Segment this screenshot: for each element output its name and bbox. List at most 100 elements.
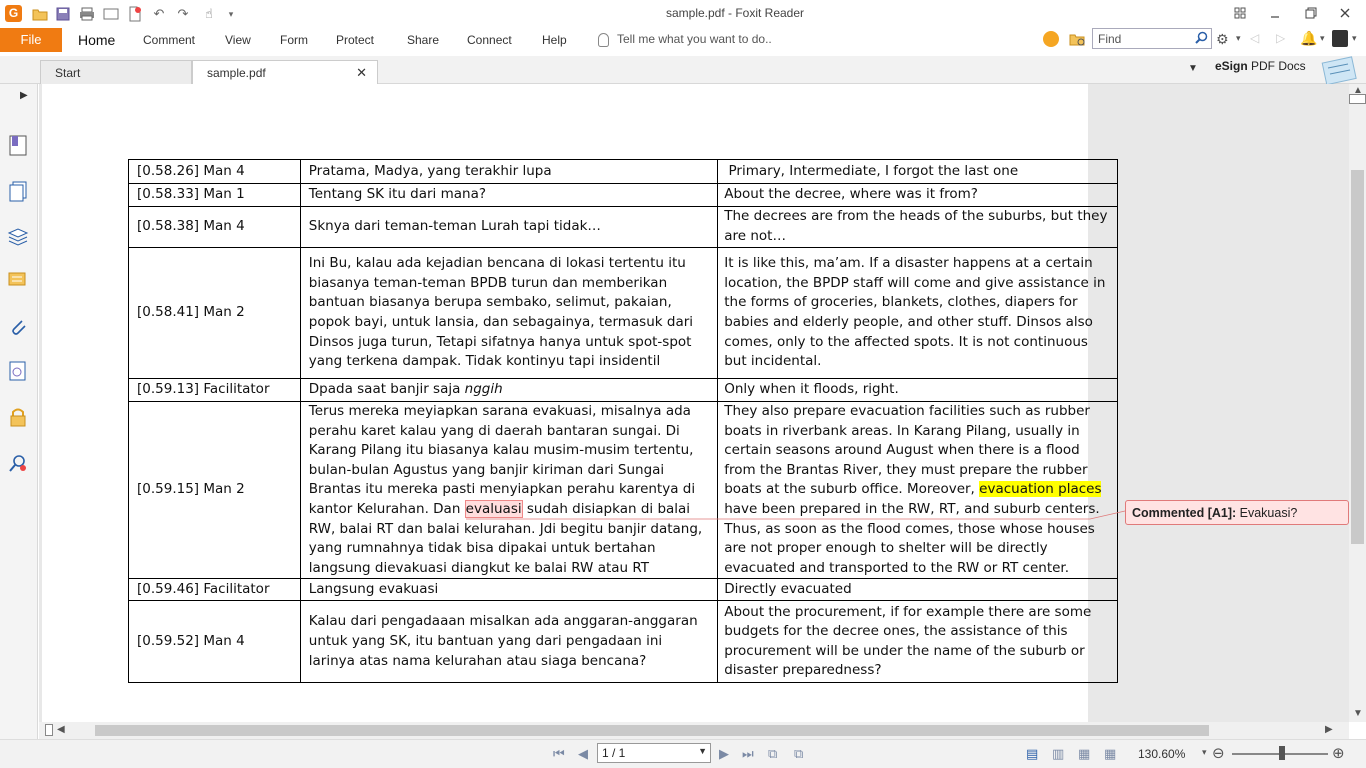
expand-panel-icon[interactable]: ▶ [20, 90, 28, 101]
tab-start-label: Start [55, 66, 81, 80]
user-dropdown-icon[interactable]: ▾ [1352, 33, 1357, 44]
lightbulb-icon [598, 32, 609, 47]
signature-icon[interactable] [7, 360, 29, 382]
indonesian-italic-text: nggih [464, 381, 503, 398]
heart-icon[interactable] [1043, 31, 1059, 47]
page-number-input[interactable]: 1 / 1 ▼ [597, 743, 711, 763]
tab-protect[interactable]: Protect [336, 33, 374, 47]
speaker-cell: [0.58.38] Man 4 [128, 206, 301, 248]
search-icon[interactable] [1195, 31, 1208, 44]
user-avatar-icon[interactable] [1332, 30, 1348, 47]
close-button[interactable] [1328, 2, 1362, 24]
bell-icon[interactable]: 🔔 [1300, 30, 1317, 47]
vertical-scroll-thumb[interactable] [1351, 170, 1364, 544]
save-icon[interactable] [54, 5, 72, 23]
split-view-icon[interactable] [1349, 94, 1366, 104]
zoom-level[interactable]: 130.60% [1138, 747, 1185, 761]
settings-gear-icon[interactable]: ⚙ [1216, 31, 1229, 48]
pdf-page: [0.58.26] Man 4 Pratama, Madya, yang ter… [42, 84, 1118, 722]
tab-start[interactable]: Start [40, 60, 192, 84]
app-logo-icon[interactable]: G [5, 5, 22, 22]
zoom-in-icon[interactable]: ⊕ [1332, 744, 1345, 762]
tab-list-dropdown-icon[interactable]: ▼ [1188, 63, 1198, 74]
tab-share[interactable]: Share [407, 33, 439, 47]
indonesian-text: Dpada saat banjir saja [308, 381, 465, 398]
indonesian-cell: Tentang SK itu dari mana? [299, 183, 719, 207]
tab-sample-pdf[interactable]: sample.pdf ✕ [192, 60, 378, 84]
transcript-table: [0.58.26] Man 4 Pratama, Madya, yang ter… [128, 159, 1118, 684]
last-page-icon[interactable]: ⏭ [742, 746, 754, 762]
magnifier-icon[interactable] [7, 452, 29, 474]
speaker-cell: [0.58.33] Man 1 [128, 183, 301, 207]
indonesian-cell: Kalau dari pengadaaan misalkan ada angga… [299, 600, 719, 684]
single-page-icon[interactable]: ▤ [1026, 746, 1038, 762]
tab-form[interactable]: Form [280, 33, 308, 47]
folder-search-icon[interactable] [1069, 32, 1087, 50]
english-cell: About the procurement, if for example th… [717, 600, 1118, 684]
undo-icon[interactable]: ↶ [150, 5, 168, 23]
attachment-icon[interactable] [7, 316, 29, 338]
continuous-page-icon[interactable]: ▥ [1052, 746, 1064, 762]
zoom-slider-thumb[interactable] [1279, 746, 1285, 760]
highlighted-text[interactable]: evacuation places [979, 481, 1102, 498]
english-cell: Primary, Intermediate, I forgot the last… [717, 159, 1118, 184]
next-page-icon[interactable]: ▶ [719, 746, 729, 762]
previous-page-icon[interactable]: ◀ [578, 746, 588, 762]
minimize-button[interactable] [1258, 2, 1292, 24]
english-cell: It is like this, ma’am. If a disaster ha… [717, 247, 1118, 379]
hand-icon[interactable]: ☝ [200, 5, 218, 23]
bell-dropdown-icon[interactable]: ▾ [1320, 33, 1325, 44]
title-bar: G ↶ ↷ ☝ ▾ sample.pdf - Foxit Reader [0, 0, 1366, 28]
open-icon[interactable] [31, 5, 49, 23]
screen-icon[interactable] [102, 5, 120, 23]
next-view-icon[interactable]: ⧉ [794, 746, 803, 762]
split-horizontal-icon[interactable] [45, 724, 53, 736]
tell-me-box[interactable]: Tell me what you want to do.. [598, 32, 772, 47]
ribbon-tabs: File Home Comment View Form Protect Shar… [0, 28, 1366, 54]
vertical-scrollbar[interactable]: ▲ ▼ [1349, 84, 1366, 722]
file-tab[interactable]: File [0, 28, 62, 52]
speaker-cell: [0.59.52] Man 4 [128, 600, 301, 684]
scroll-left-icon[interactable]: ◀ [57, 724, 65, 735]
lock-icon[interactable] [7, 406, 29, 428]
qa-dropdown-icon[interactable]: ▾ [222, 5, 240, 23]
tab-help[interactable]: Help [542, 33, 567, 47]
tab-comment[interactable]: Comment [143, 33, 195, 47]
previous-view-icon[interactable]: ⧉ [768, 746, 777, 762]
prev-arrow-icon[interactable]: ◁ [1250, 31, 1259, 45]
maximize-button[interactable] [1294, 2, 1328, 24]
scroll-right-icon[interactable]: ▶ [1325, 724, 1333, 735]
new-doc-icon[interactable] [126, 5, 144, 23]
layers-icon[interactable] [7, 225, 29, 247]
status-bar: ⏮ ◀ 1 / 1 ▼ ▶ ⏭ ⧉ ⧉ ▤ ▥ ▦ ▦ 130.60% ▾ ⊖ … [0, 739, 1366, 768]
bookmark-icon[interactable] [7, 134, 29, 156]
redo-icon[interactable]: ↷ [174, 5, 192, 23]
next-arrow-icon[interactable]: ▷ [1276, 31, 1285, 45]
horizontal-scrollbar[interactable]: ◀ ▶ [39, 722, 1349, 739]
document-view[interactable]: [0.58.26] Man 4 Pratama, Madya, yang ter… [39, 84, 1349, 722]
print-icon[interactable] [78, 5, 96, 23]
continuous-facing-icon[interactable]: ▦ [1104, 746, 1116, 762]
comment-anchor-text[interactable]: evaluasi [464, 499, 523, 518]
find-input[interactable]: Find [1092, 28, 1212, 49]
pages-icon[interactable] [7, 180, 29, 202]
horizontal-scroll-thumb[interactable] [95, 725, 1209, 736]
comment-balloon[interactable]: Commented [A1]: Evakuasi? [1125, 500, 1349, 525]
facing-page-icon[interactable]: ▦ [1078, 746, 1090, 762]
zoom-out-icon[interactable]: ⊖ [1212, 744, 1225, 762]
tab-home[interactable]: Home [78, 32, 115, 48]
zoom-dropdown-icon[interactable]: ▾ [1202, 747, 1207, 758]
esign-button[interactable]: eSign PDF Docs [1215, 59, 1306, 73]
close-tab-icon[interactable]: ✕ [356, 65, 367, 81]
tab-connect[interactable]: Connect [467, 33, 512, 47]
page-dropdown-icon[interactable]: ▼ [698, 746, 707, 756]
settings-dropdown-icon[interactable]: ▾ [1236, 33, 1241, 44]
table-row: [0.58.33] Man 1 Tentang SK itu dari mana… [128, 183, 1118, 207]
comments-icon[interactable] [7, 270, 29, 292]
restore-layout-icon[interactable] [1223, 2, 1257, 24]
tab-view[interactable]: View [225, 33, 251, 47]
first-page-icon[interactable]: ⏮ [553, 746, 565, 762]
scroll-down-icon[interactable]: ▼ [1353, 708, 1363, 719]
esign-document-icon [1318, 56, 1366, 86]
table-row: [0.58.26] Man 4 Pratama, Madya, yang ter… [128, 159, 1118, 184]
